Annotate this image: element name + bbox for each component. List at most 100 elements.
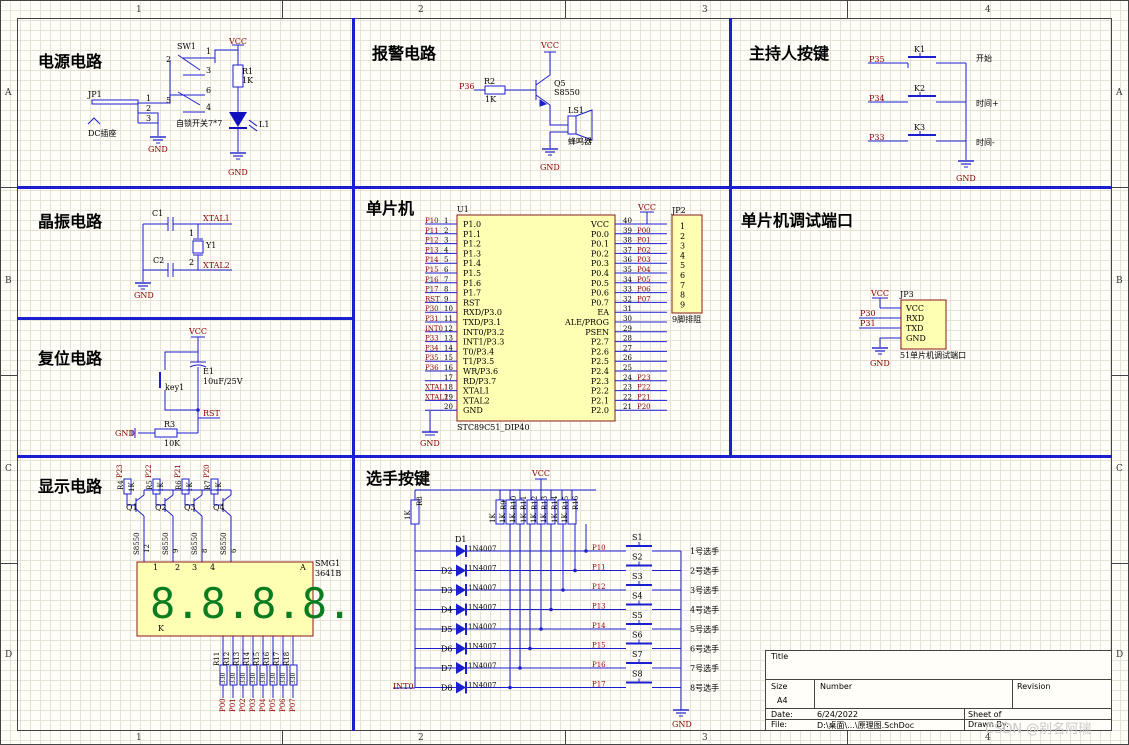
segment-resistor-val: 330 xyxy=(280,672,287,684)
junction-dot xyxy=(584,549,588,553)
k2-ref: K2 xyxy=(914,84,925,93)
mcu-pin-num: 33 xyxy=(623,286,632,294)
diode-symbol xyxy=(456,564,466,577)
mcu-pin-name: ALE/PROG xyxy=(564,318,609,327)
mcu-pin-name: P0.7 xyxy=(591,298,609,307)
q5-ref: Q5 xyxy=(554,79,566,88)
mcu-net-label: INT0 xyxy=(425,325,443,333)
mcu-pin-name: P1.3 xyxy=(463,249,481,258)
junction-dot xyxy=(573,568,577,573)
mcu-pin-name: P1.5 xyxy=(463,269,481,278)
mcu-net-label: P03 xyxy=(637,256,651,264)
switch-ref: S5 xyxy=(632,611,643,620)
mcu-pin-name: INT1/P3.3 xyxy=(463,338,504,347)
mcu-net-label: P11 xyxy=(425,227,439,235)
transistor-ref: Q1 xyxy=(126,503,138,512)
mcu-pin-name: RD/P3.7 xyxy=(463,377,496,386)
player-net-int0: INT0 xyxy=(393,682,414,691)
jp1-pin3: 3 xyxy=(146,114,151,123)
player-net-label: P15 xyxy=(592,642,606,650)
diode-part: 1N4007 xyxy=(468,623,496,631)
transistor-emitter xyxy=(222,494,232,502)
power-vcc-label: VCC xyxy=(228,37,247,46)
digit-pin: 6 xyxy=(230,548,238,553)
power-led xyxy=(229,112,258,132)
transistor-emitter xyxy=(135,494,145,502)
mcu-net-label: P01 xyxy=(637,237,651,245)
debug-gnd-label: GND xyxy=(870,359,890,368)
smg1-ref: SMG1 xyxy=(315,559,340,568)
mcu-pin-name: P1.2 xyxy=(463,240,481,249)
player-label: 7号选手 xyxy=(690,663,719,673)
segment-resistor-ref: R15 xyxy=(253,652,261,666)
segment-resistor-val: 330 xyxy=(250,672,257,684)
date-value: 6/24/2022 xyxy=(817,710,859,719)
mcu-vcc-label: VCC xyxy=(637,203,656,212)
mcu-pin-name: P2.0 xyxy=(591,406,609,415)
crystal-circuit xyxy=(142,217,232,282)
c2-ref: C2 xyxy=(153,256,164,265)
size-label: Size xyxy=(771,682,788,691)
revision-label: Revision xyxy=(1017,682,1051,691)
transistor-part: S8550 xyxy=(162,532,170,555)
mcu-pin-name: WR/P3.6 xyxy=(463,367,498,376)
schematic-drawing: JP1 DC插座 1 2 3 SW1 自锁开关7*7 1 2 3 4 5 6 R… xyxy=(87,37,999,729)
player-net-label: P11 xyxy=(592,564,606,572)
mcu-pin-num: 3 xyxy=(444,237,448,245)
jp1-name: DC插座 xyxy=(88,128,117,138)
k3-ref: K3 xyxy=(914,123,925,132)
diode-ref: D7 xyxy=(441,664,453,673)
digit-num-4: 4 xyxy=(210,563,215,572)
mcu-net-label: P20 xyxy=(637,403,651,411)
mcu-pin-name: VCC xyxy=(590,220,609,229)
segment-resistor-val: 330 xyxy=(290,672,297,684)
mcu-pin-name: GND xyxy=(463,406,483,415)
mcu-net-label: P31 xyxy=(425,315,439,323)
mcu-net-label: P14 xyxy=(425,256,439,264)
diode-ref: D1 xyxy=(455,535,467,544)
r8-ref: R8 xyxy=(416,496,424,506)
mcu-net-label: P07 xyxy=(637,295,651,303)
transistor-emitter xyxy=(193,494,203,502)
mcu-pin-num: 36 xyxy=(623,256,632,264)
key1-ref: key1 xyxy=(165,383,184,392)
switch-ref: S8 xyxy=(632,670,643,679)
display-net-label: P23 xyxy=(116,464,124,478)
junction-dot xyxy=(561,588,565,592)
r1-ref: R1 xyxy=(242,67,253,76)
q5-val: S8550 xyxy=(554,88,580,97)
mcu-net-label: P12 xyxy=(425,237,439,245)
mcu-pin-num: 23 xyxy=(623,384,632,392)
r3-val: 10K xyxy=(164,439,181,448)
mcu-pin-num: 17 xyxy=(444,374,453,382)
mcu-pin-name: PSEN xyxy=(585,328,609,337)
file-value: D:\桌面\...\原理图.SchDoc xyxy=(817,721,915,730)
player-net-label: P12 xyxy=(592,583,606,591)
segment-net-label: P00 xyxy=(219,698,227,712)
segment-resistor-val: 330 xyxy=(260,672,267,684)
mcu-pin-num: 16 xyxy=(444,364,453,372)
junction-dot xyxy=(539,627,543,631)
mcu-pin-num: 14 xyxy=(444,344,453,352)
mcu-pin-num: 39 xyxy=(623,227,632,235)
mcu-net-label: P30 xyxy=(425,305,439,313)
player-label: 2号选手 xyxy=(690,566,719,576)
mcu-net-label: P05 xyxy=(637,276,651,284)
diode-ref: D3 xyxy=(441,586,453,595)
segment-net-label: P01 xyxy=(229,698,237,712)
k1-label: 开始 xyxy=(976,53,992,63)
digit-num-3: 3 xyxy=(192,563,197,572)
mcu-pin-name: P0.3 xyxy=(591,259,609,268)
power-labels: JP1 DC插座 1 2 3 SW1 自锁开关7*7 1 2 3 4 5 6 R… xyxy=(87,42,269,138)
transistor-ref: Q3 xyxy=(184,503,196,512)
pullup-val: 1K xyxy=(520,513,528,523)
mcu-pin-name: XTAL1 xyxy=(463,387,490,396)
mcu-pin-num: 20 xyxy=(444,403,453,411)
mcu-pin-name: P2.2 xyxy=(591,387,609,396)
smg1-anode: A xyxy=(299,563,306,572)
power-gnd-label-1: GND xyxy=(148,145,168,154)
diode-part: 1N4007 xyxy=(468,643,496,651)
title-block-line xyxy=(964,708,965,731)
mcu-pin-num: 22 xyxy=(623,393,632,401)
jp2-pin-num: 7 xyxy=(680,281,685,290)
